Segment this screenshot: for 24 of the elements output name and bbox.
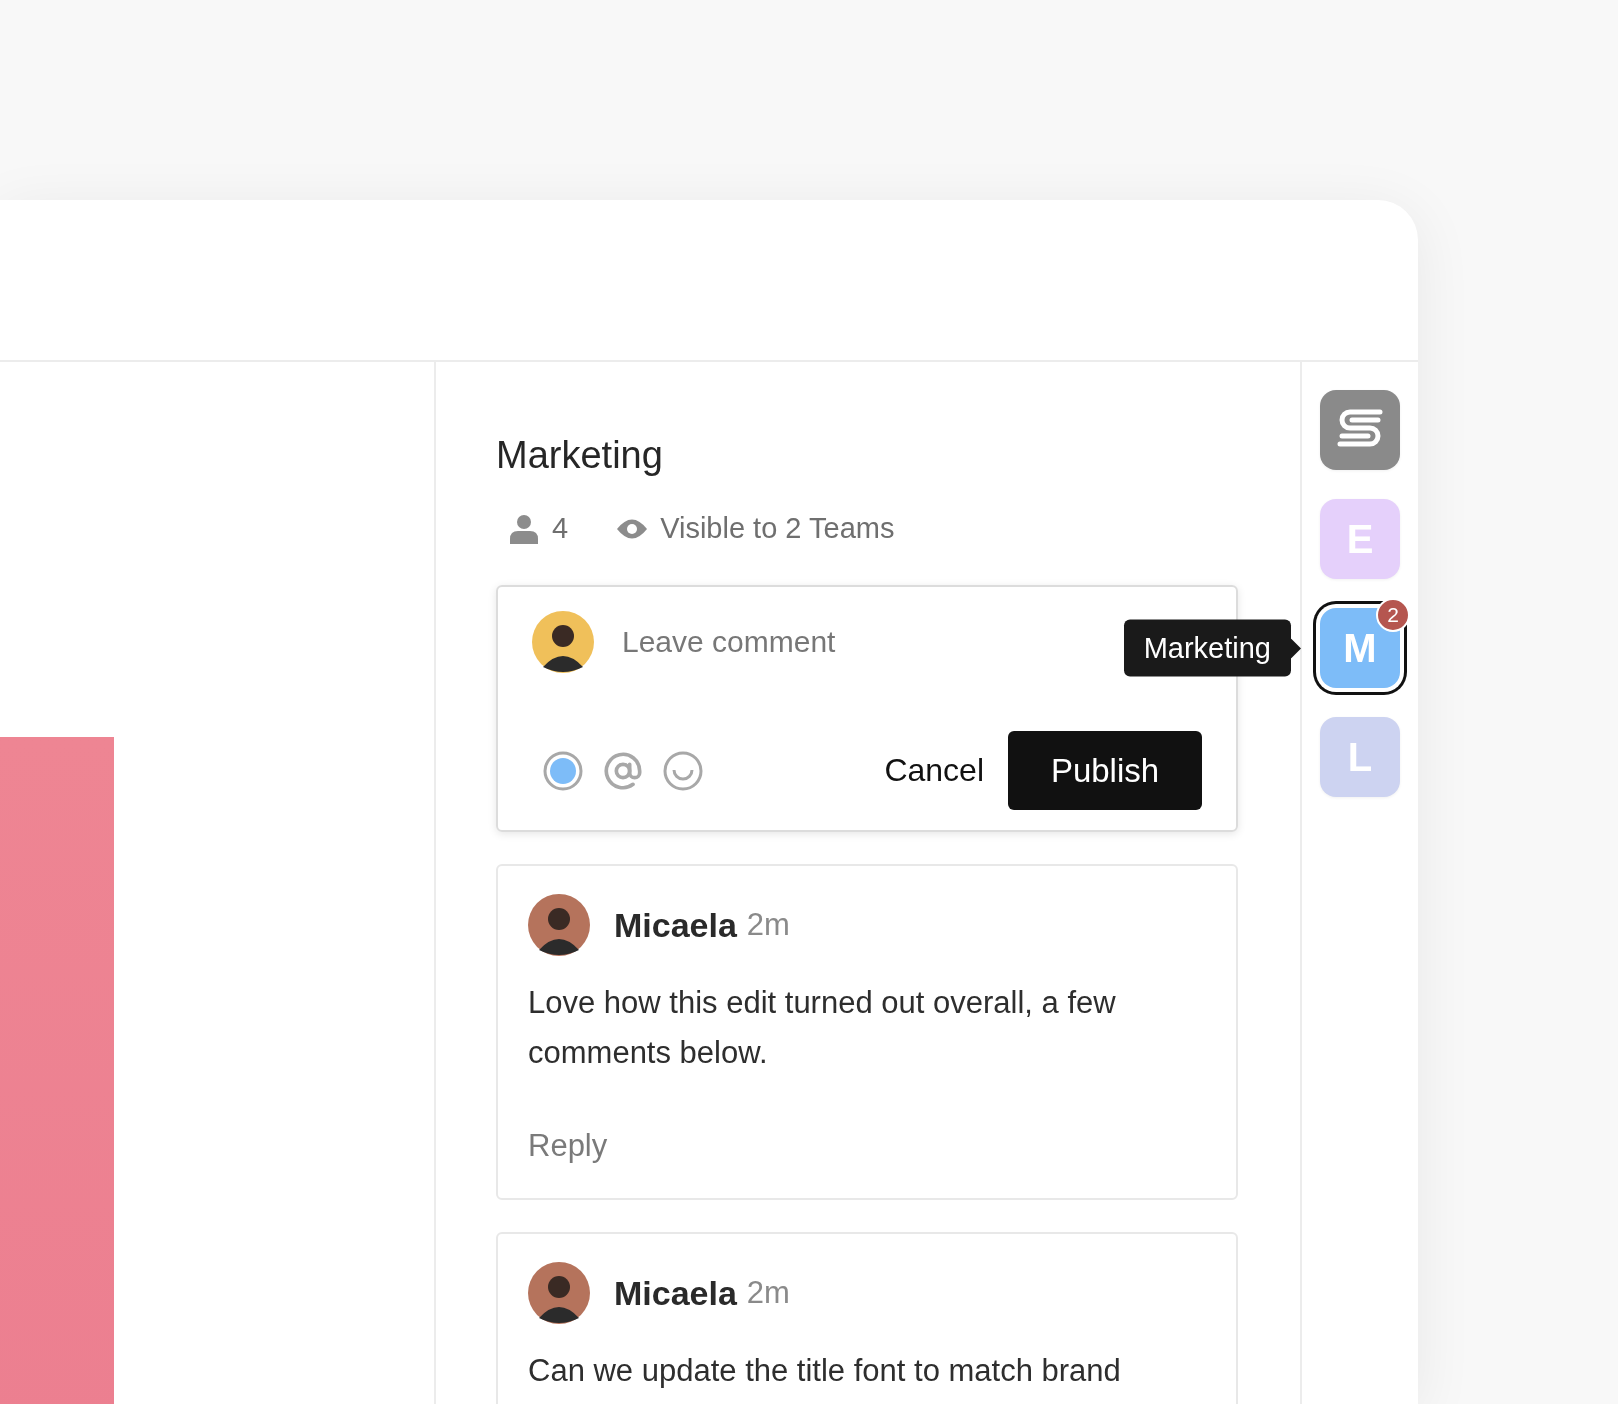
tooltip: Marketing bbox=[1123, 619, 1291, 677]
panel-title: Marketing bbox=[496, 433, 664, 478]
avatar bbox=[528, 1262, 590, 1324]
comment-text: Can we update the title font to match brand bbox=[528, 1352, 1122, 1390]
reply-link[interactable]: Reply bbox=[528, 1128, 608, 1164]
member-count: 4 bbox=[552, 512, 569, 545]
mention-button[interactable] bbox=[602, 749, 644, 792]
person-icon bbox=[508, 512, 540, 545]
avatar bbox=[532, 611, 594, 673]
notification-badge: 2 bbox=[1376, 598, 1410, 632]
publish-button[interactable]: Publish bbox=[1008, 731, 1202, 810]
tooltip-pointer-icon bbox=[1291, 638, 1301, 658]
record-button[interactable] bbox=[542, 749, 584, 792]
eye-icon bbox=[616, 517, 649, 540]
author-name: Micaela bbox=[614, 1273, 737, 1313]
author-name: Micaela bbox=[614, 905, 737, 945]
avatar bbox=[528, 894, 590, 956]
comment-time: 2m bbox=[746, 1275, 790, 1311]
cancel-button[interactable]: Cancel bbox=[884, 752, 984, 789]
app-logo-button[interactable] bbox=[1320, 390, 1400, 470]
visibility-text: Visible to 2 Teams bbox=[660, 512, 895, 545]
comment-text: Love how this edit turned out overall, a few comments below. bbox=[528, 984, 1117, 1072]
emoji-button[interactable] bbox=[662, 749, 704, 792]
comment-time: 2m bbox=[746, 907, 790, 943]
